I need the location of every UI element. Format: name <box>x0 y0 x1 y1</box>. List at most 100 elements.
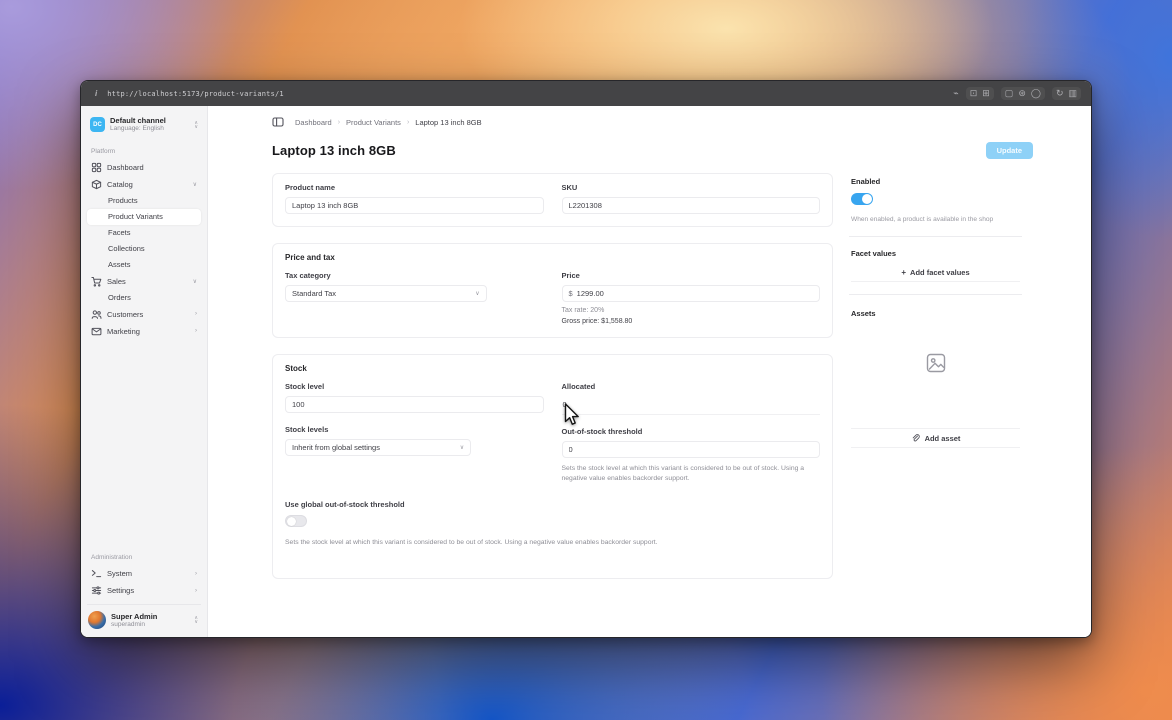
global-threshold-toggle[interactable] <box>285 514 307 527</box>
image-placeholder-icon <box>926 354 945 373</box>
add-asset-button[interactable]: Add asset <box>851 428 1020 449</box>
sidebar-item-system[interactable]: System › <box>87 565 201 582</box>
sidebar-item-orders[interactable]: Orders <box>87 290 201 306</box>
browser-titlebar: i http://localhost:5173/product-variants… <box>81 81 1091 106</box>
asset-placeholder <box>851 324 1020 402</box>
tax-category-select[interactable]: Standard Tax ∨ <box>285 285 487 302</box>
price-input[interactable]: $ 1299.00 <box>561 285 820 302</box>
assets-section: Assets Add asset <box>849 297 1022 458</box>
sku-input[interactable] <box>561 197 820 214</box>
facet-values-section: Facet values + Add facet values <box>849 239 1022 292</box>
profile-icon[interactable]: ⊡ <box>970 89 978 98</box>
camera-icon[interactable]: ⊞ <box>982 89 990 98</box>
enabled-toggle[interactable] <box>851 193 873 205</box>
chevron-right-icon: › <box>195 570 197 577</box>
stock-level-label: Stock level <box>285 382 325 391</box>
platform-section-label: Platform <box>91 147 116 155</box>
sidebar-bottom: Administration System › Settings › Super… <box>87 549 201 631</box>
chevron-up-down-icon: ∧ ∨ <box>194 119 198 130</box>
sidebar-item-customers[interactable]: Customers › <box>87 306 201 323</box>
stock-heading: Stock <box>285 364 307 373</box>
allocated-value: 0 <box>561 396 820 415</box>
channel-selector[interactable]: DC Default channel Language: English ∧ ∨ <box>87 113 201 143</box>
stock-card: Stock Stock level Stock levels In <box>272 354 833 579</box>
paperclip-icon <box>912 434 920 442</box>
tools-icon-group: ▢ ⊛ ◯ <box>1000 87 1045 100</box>
browser-toolbar-icons: ⌁ ⊡ ⊞ ▢ ⊛ ◯ ↻ ▥ <box>953 87 1081 100</box>
add-facet-values-button[interactable]: + Add facet values <box>851 264 1020 283</box>
threshold-input[interactable] <box>561 441 820 458</box>
split-view-icon[interactable]: ▥ <box>1068 89 1077 98</box>
update-button[interactable]: Update <box>985 142 1033 159</box>
admin-section-label: Administration <box>91 554 133 561</box>
admin-app: DC Default channel Language: English ∧ ∨ … <box>81 106 1091 637</box>
facet-values-heading: Facet values <box>851 249 897 259</box>
chevron-down-icon: ∨ <box>459 445 465 451</box>
plus-icon: + <box>901 268 907 278</box>
sidebar-item-label: System <box>107 569 133 578</box>
breadcrumb-item-product-variants[interactable]: Product Variants <box>346 118 401 127</box>
info-icon: i <box>95 89 98 98</box>
url-bar[interactable]: http://localhost:5173/product-variants/1 <box>107 90 284 98</box>
link-icon[interactable]: ⌁ <box>953 89 958 98</box>
stock-level-input[interactable] <box>285 396 544 413</box>
chevron-right-icon: › <box>195 587 197 594</box>
terminal-icon <box>91 570 102 578</box>
price-tax-card: Price and tax Tax category Standard Tax … <box>272 243 833 338</box>
tax-rate-note: Tax rate: 20% <box>561 307 605 314</box>
sidebar-item-catalog[interactable]: Catalog ∨ <box>87 176 201 193</box>
breadcrumb-bar: Dashboard › Product Variants › Laptop 13… <box>208 106 1091 132</box>
breadcrumb-item-dashboard[interactable]: Dashboard <box>295 118 332 127</box>
sidebar-item-product-variants[interactable]: Product Variants <box>87 208 201 225</box>
sidebar-toggle-icon[interactable] <box>272 116 284 128</box>
enabled-help: When enabled, a product is available in … <box>851 216 994 223</box>
sidebar-item-settings[interactable]: Settings › <box>87 582 201 599</box>
sidebar-item-label: Marketing <box>107 326 140 336</box>
sidebar-item-products[interactable]: Products <box>87 193 201 209</box>
window-icon[interactable]: ▢ <box>1005 89 1014 98</box>
sliders-icon <box>91 586 102 595</box>
chevron-up-down-icon: ∧ ∨ <box>194 615 198 625</box>
sidebar-item-label: Settings <box>107 586 135 595</box>
stock-levels-label: Stock levels <box>285 425 329 434</box>
divider <box>849 294 1022 296</box>
sku-label: SKU <box>561 183 578 192</box>
cart-icon <box>91 276 102 287</box>
avatar <box>88 611 106 629</box>
breadcrumb-item-current: Laptop 13 inch 8GB <box>415 117 482 127</box>
allocated-label: Allocated <box>561 382 596 391</box>
enabled-section: Enabled When enabled, a product is avail… <box>849 173 1022 234</box>
product-name-input[interactable] <box>285 197 544 214</box>
browser-window: i http://localhost:5173/product-variants… <box>80 80 1092 638</box>
channel-name: Default channel <box>110 116 166 125</box>
stock-levels-select[interactable]: Inherit from global settings ∨ <box>285 439 472 456</box>
chevron-right-icon: › <box>195 311 197 317</box>
enabled-heading: Enabled <box>851 177 881 186</box>
sidebar-item-marketing[interactable]: Marketing › <box>87 323 201 340</box>
users-icon <box>91 309 102 319</box>
mouse-cursor <box>564 403 579 425</box>
sync-icon[interactable]: ↻ <box>1056 89 1064 98</box>
chevron-down-icon: ∨ <box>475 291 480 297</box>
account-icon[interactable]: ◯ <box>1031 89 1041 98</box>
sidebar-item-collections[interactable]: Collections <box>87 241 201 257</box>
dashboard-icon <box>91 162 102 172</box>
threshold-help: Sets the stock level at which this varia… <box>561 465 805 482</box>
sidebar-item-sales[interactable]: Sales ∨ <box>87 273 201 290</box>
name-sku-card: Product name SKU <box>272 173 833 227</box>
page-content: Laptop 13 inch 8GB Update Product name L… <box>208 132 1091 637</box>
catalog-icon <box>91 179 102 189</box>
user-role: superadmin <box>111 620 145 628</box>
user-menu[interactable]: Super Admin superadmin ∧ ∨ <box>87 604 201 631</box>
main-area: Dashboard › Product Variants › Laptop 13… <box>208 106 1091 637</box>
global-threshold-label: Use global out-of-stock threshold <box>285 499 405 509</box>
sidebar-item-facets[interactable]: Facets <box>87 225 201 241</box>
user-name: Super Admin <box>111 611 158 621</box>
sidebar-item-dashboard[interactable]: Dashboard <box>87 159 201 176</box>
divider <box>849 236 1022 238</box>
tax-category-label: Tax category <box>285 271 331 280</box>
sidebar-item-assets[interactable]: Assets <box>87 257 201 273</box>
extensions-icon[interactable]: ⊛ <box>1018 89 1026 98</box>
mail-icon <box>91 327 102 335</box>
currency-prefix: $ <box>568 289 573 298</box>
